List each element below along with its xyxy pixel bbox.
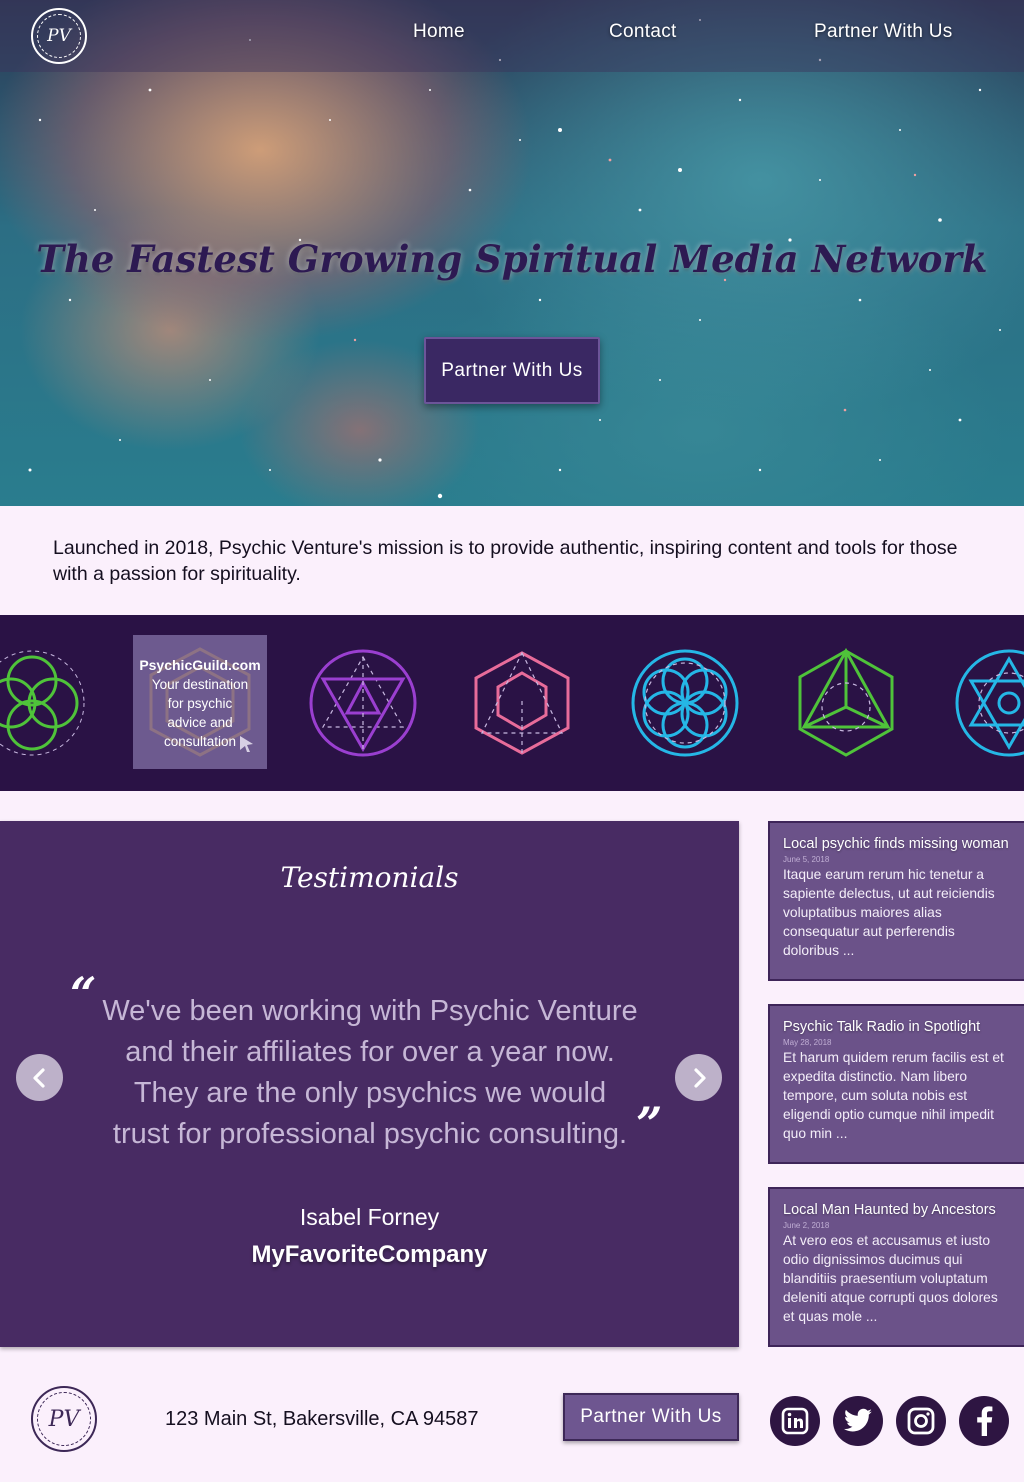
news-excerpt: Et harum quidem rerum facilis est et exp… [783, 1050, 1004, 1141]
logo-text: PV [47, 26, 71, 46]
news-card[interactable]: Psychic Talk Radio in Spotlight May 28, … [768, 1004, 1024, 1164]
hero-title: The Fastest Growing Spiritual Media Netw… [36, 237, 988, 281]
testimonial-quote: We've been working with Psychic Venture … [90, 991, 650, 1155]
facebook-link[interactable] [959, 1396, 1009, 1446]
chevron-left-icon [32, 1067, 45, 1088]
quote-line: We've been working with Psychic Venture [102, 995, 638, 1027]
guild-title: PsychicGuild.com [139, 657, 261, 673]
news-excerpt: At vero eos et accusamus et iusto odio d… [783, 1233, 998, 1324]
cube-hexagon-icon[interactable] [466, 647, 578, 759]
next-testimonial-button[interactable] [675, 1054, 722, 1101]
instagram-link[interactable] [896, 1396, 946, 1446]
flower-of-life-icon[interactable] [0, 647, 88, 759]
news-card[interactable]: Local Man Haunted by Ancestors June 2, 2… [768, 1187, 1024, 1347]
news-date: June 5, 2018 [783, 855, 830, 864]
quote-line: They are the only psychics we would [133, 1077, 607, 1109]
tetrahedron-icon[interactable] [790, 647, 902, 759]
chevron-right-icon [693, 1067, 706, 1088]
linkedin-link[interactable] [770, 1396, 820, 1446]
news-title[interactable]: Local psychic finds missing woman [783, 836, 1012, 852]
sacred-geometry-carousel: PsychicGuild.com Your destination for ps… [0, 615, 1024, 791]
nav-partner-link[interactable]: Partner With Us [814, 21, 953, 43]
hero-section: PV Home Contact Partner With Us The Fast… [0, 0, 1024, 506]
seed-of-life-icon[interactable] [629, 647, 741, 759]
instagram-icon [907, 1407, 935, 1435]
hero-partner-button[interactable]: Partner With Us [424, 337, 600, 404]
news-card[interactable]: Local psychic finds missing woman June 5… [768, 821, 1024, 981]
pv-logo[interactable]: PV [31, 8, 87, 64]
guild-desc-line: advice and [167, 715, 233, 730]
footer-partner-button[interactable]: Partner With Us [563, 1393, 739, 1441]
twitter-icon [843, 1408, 872, 1432]
cursor-pointer-icon [240, 736, 253, 752]
quote-line: trust for professional psychic consultin… [112, 1118, 628, 1150]
footer-pv-logo[interactable]: PV [31, 1386, 97, 1452]
testimonial-author: Isabel Forney [299, 1204, 440, 1230]
quote-line: and their affiliates for over a year now… [125, 1036, 615, 1068]
guild-desc-line: for psychic [167, 696, 233, 711]
linkedin-icon [781, 1407, 809, 1435]
psychic-guild-card[interactable]: PsychicGuild.com Your destination for ps… [133, 635, 267, 769]
testimonials-panel: Testimonials “ We've been working with P… [0, 821, 739, 1347]
metatron-star-icon[interactable] [307, 647, 419, 759]
nav-home-link[interactable]: Home [413, 21, 465, 43]
previous-testimonial-button[interactable] [16, 1054, 63, 1101]
testimonial-company: MyFavoriteCompany [251, 1241, 488, 1268]
news-date: June 2, 2018 [783, 1221, 830, 1230]
nav-contact-link[interactable]: Contact [609, 21, 677, 43]
twitter-link[interactable] [833, 1396, 883, 1446]
mission-statement: Launched in 2018, Psychic Venture's miss… [53, 537, 958, 585]
news-title[interactable]: Psychic Talk Radio in Spotlight [783, 1019, 1012, 1035]
news-excerpt: Itaque earum rerum hic tenetur a sapient… [783, 867, 995, 958]
testimonials-heading: Testimonials [280, 861, 459, 894]
footer-address: 123 Main St, Bakersville, CA 94587 [165, 1408, 479, 1430]
facebook-icon [977, 1406, 993, 1436]
hexagram-icon[interactable] [953, 647, 1024, 759]
news-title[interactable]: Local Man Haunted by Ancestors [783, 1202, 1012, 1218]
close-quote-icon: ” [636, 1097, 663, 1151]
logo-text: PV [48, 1406, 80, 1432]
news-date: May 28, 2018 [783, 1038, 832, 1047]
guild-desc-line: Your destination [151, 677, 249, 692]
